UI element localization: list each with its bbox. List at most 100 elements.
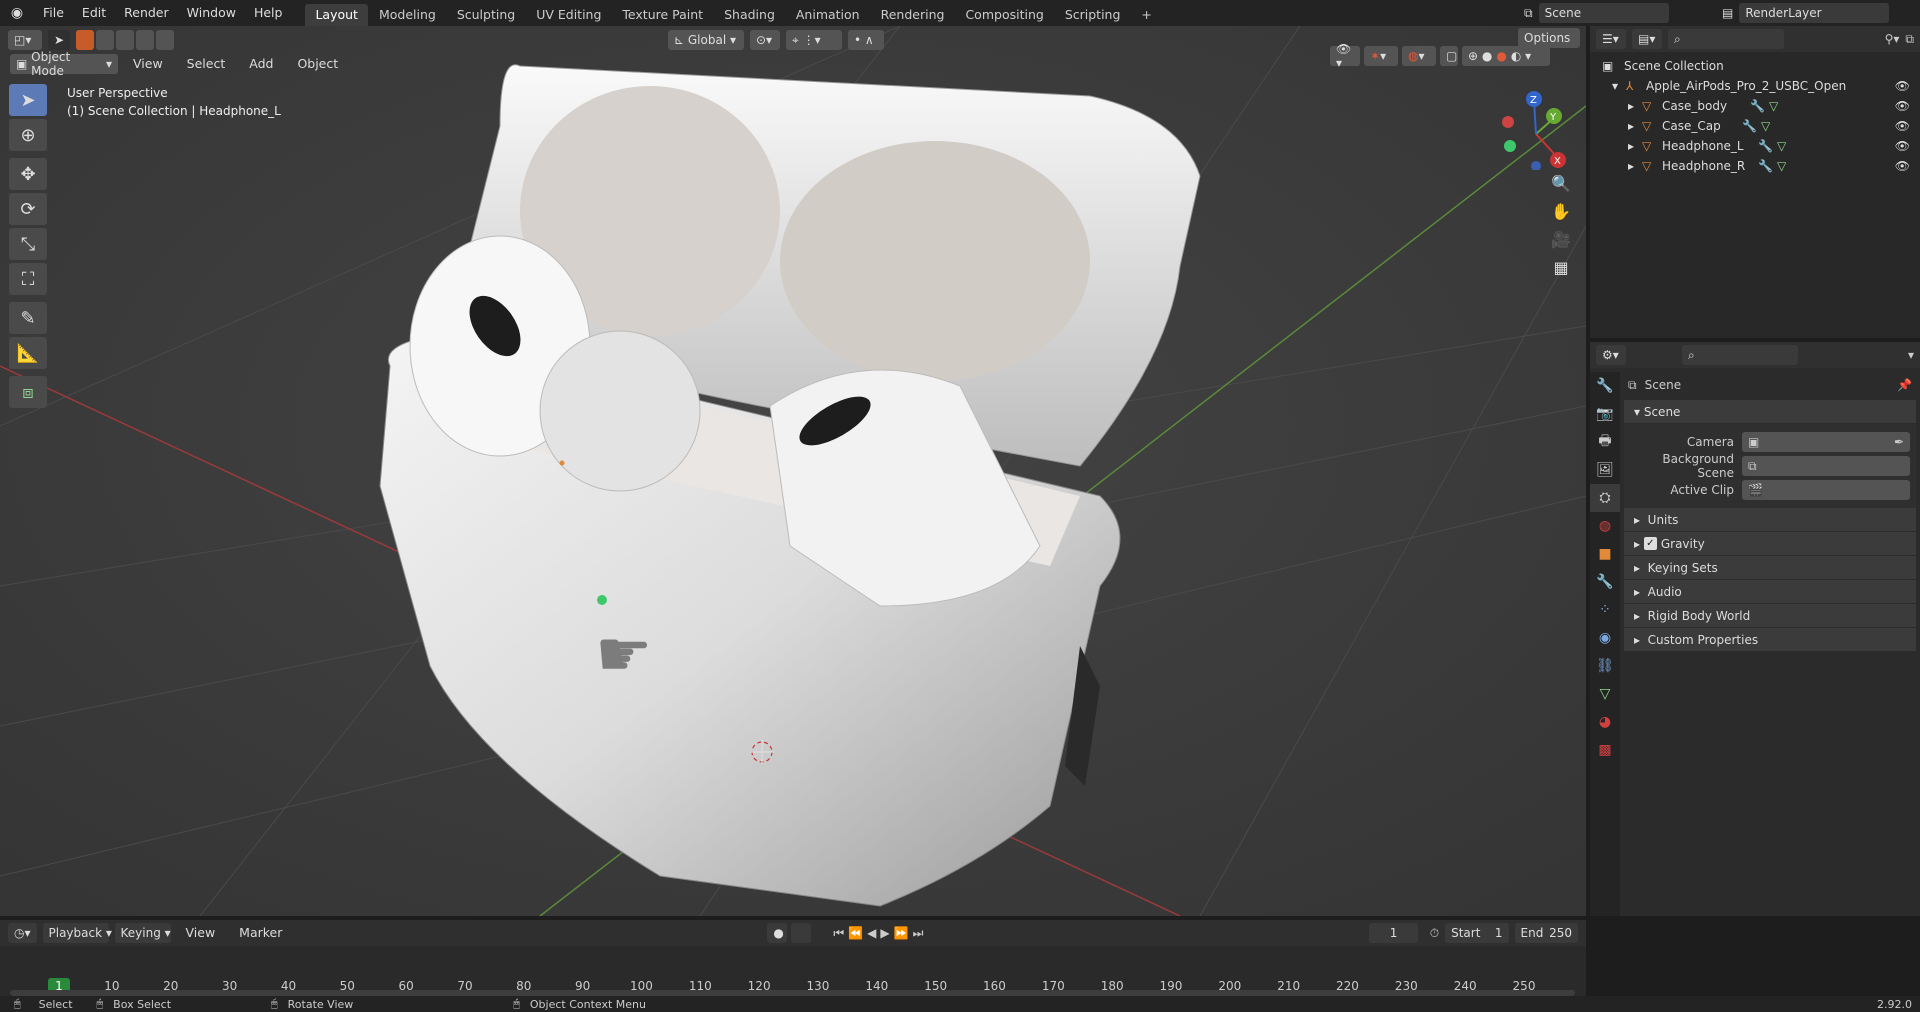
mode-new-selection-icon[interactable] bbox=[76, 30, 94, 50]
modifier-wrench-icon[interactable]: 🔧 bbox=[1758, 139, 1773, 153]
timeline-view-menu[interactable]: View bbox=[177, 920, 225, 946]
navigation-gizmo[interactable]: X Y Z bbox=[1496, 90, 1566, 170]
eye-icon[interactable]: 👁 bbox=[1895, 119, 1910, 133]
scene-panel-header[interactable]: ▾ Scene bbox=[1624, 400, 1916, 424]
tab-sculpting[interactable]: Sculpting bbox=[447, 4, 525, 26]
menu-help[interactable]: Help bbox=[245, 0, 292, 26]
render-tab-icon[interactable]: 📷 bbox=[1590, 400, 1620, 428]
clock-icon[interactable]: ⏱ bbox=[1430, 926, 1439, 941]
jump-start-icon[interactable]: ⏮ bbox=[833, 926, 844, 941]
object-tab-icon[interactable]: ■ bbox=[1590, 540, 1620, 568]
eyedropper-icon[interactable]: ✒ bbox=[1894, 435, 1904, 449]
auto-key-options[interactable] bbox=[791, 923, 812, 943]
move-tool[interactable]: ✥ bbox=[9, 158, 47, 190]
outliner-item-case-cap[interactable]: ▸ ▽ Case_Cap 🔧 ▽ 👁 bbox=[1602, 116, 1920, 136]
outliner-editor-type[interactable]: ☰▾ bbox=[1596, 29, 1626, 49]
world-tab-icon[interactable]: ◍ bbox=[1590, 512, 1620, 540]
scene-tab-icon[interactable]: ⛭ bbox=[1590, 484, 1620, 512]
texture-tab-icon[interactable]: ▩ bbox=[1590, 736, 1620, 764]
particles-tab-icon[interactable]: ⁘ bbox=[1590, 596, 1620, 624]
expand-arrow-icon[interactable]: ▾ bbox=[1612, 79, 1626, 93]
timeline-editor-type[interactable]: ◷▾ bbox=[8, 923, 37, 943]
mode-invert-icon[interactable] bbox=[136, 30, 154, 50]
add-cube-tool[interactable]: ⧈ bbox=[9, 376, 47, 408]
transform-orientation-dropdown[interactable]: ⊾ Global ▾ bbox=[668, 30, 744, 50]
physics-tab-icon[interactable]: ◉ bbox=[1590, 624, 1620, 652]
ortho-toggle-button[interactable]: ▦ bbox=[1548, 254, 1574, 280]
collapse-arrow-icon[interactable]: ▸ bbox=[1628, 159, 1642, 173]
play-icon[interactable]: ▶ bbox=[880, 926, 889, 940]
camera-field[interactable]: ▣ ✒ bbox=[1742, 432, 1910, 452]
outliner-item-headphone-l[interactable]: ▸ ▽ Headphone_L 🔧 ▽ 👁 bbox=[1602, 136, 1920, 156]
pivot-point-dropdown[interactable]: ⊙▾ bbox=[750, 30, 780, 50]
prev-keyframe-icon[interactable]: ⏪ bbox=[848, 926, 863, 940]
gravity-checkbox[interactable]: ✓ bbox=[1643, 537, 1657, 550]
pan-view-button[interactable]: ✋ bbox=[1548, 198, 1574, 224]
new-collection-icon[interactable]: ⧉ bbox=[1905, 32, 1914, 47]
timeline-ruler[interactable]: 10 20 30 40 50 60 70 80 90 100 110 120 130 140 150 160 1… bbox=[0, 946, 1586, 1000]
tab-scripting[interactable]: Scripting bbox=[1055, 4, 1131, 26]
display-mode-dropdown[interactable]: ▤▾ bbox=[1632, 29, 1662, 49]
data-tab-icon[interactable]: ▽ bbox=[1590, 680, 1620, 708]
mesh-data-icon[interactable]: ▽ bbox=[1761, 119, 1770, 133]
eye-icon[interactable]: 👁 bbox=[1895, 159, 1910, 173]
start-frame-field[interactable]: Start 1 bbox=[1445, 923, 1509, 943]
camera-view-button[interactable]: 🎥 bbox=[1548, 226, 1574, 252]
properties-editor-type[interactable]: ⚙▾ bbox=[1596, 345, 1626, 365]
marker-menu[interactable]: Marker bbox=[230, 920, 291, 946]
collapse-arrow-icon[interactable]: ▸ bbox=[1628, 139, 1642, 153]
material-tab-icon[interactable]: ◕ bbox=[1590, 708, 1620, 736]
units-panel-header[interactable]: ▸ Units bbox=[1624, 508, 1916, 532]
add-workspace-button[interactable]: + bbox=[1131, 4, 1161, 26]
keying-menu[interactable]: Keying ▾ bbox=[114, 923, 171, 943]
tab-compositing[interactable]: Compositing bbox=[955, 4, 1053, 26]
overlay-toggle[interactable]: ◍ ▾ bbox=[1402, 46, 1436, 66]
outliner-item-headphone-r[interactable]: ▸ ▽ Headphone_R 🔧 ▽ 👁 bbox=[1602, 156, 1920, 176]
select-box-tool[interactable]: ➤ bbox=[9, 84, 47, 116]
modifier-tab-icon[interactable]: 🔧 bbox=[1590, 568, 1620, 596]
snapping-dropdown[interactable]: ⌖ ⋮▾ bbox=[786, 30, 842, 50]
tab-uv-editing[interactable]: UV Editing bbox=[526, 4, 611, 26]
filter-icon[interactable]: ⚲▾ bbox=[1885, 32, 1900, 46]
audio-panel-header[interactable]: ▸ Audio bbox=[1624, 580, 1916, 604]
menu-render[interactable]: Render bbox=[115, 0, 178, 26]
collapse-arrow-icon[interactable]: ▸ bbox=[1628, 119, 1642, 133]
modifier-wrench-icon[interactable]: 🔧 bbox=[1750, 99, 1765, 113]
mode-subtract-icon[interactable] bbox=[116, 30, 134, 50]
tab-shading[interactable]: Shading bbox=[714, 4, 785, 26]
eye-icon[interactable]: 👁 bbox=[1895, 79, 1910, 93]
tab-animation[interactable]: Animation bbox=[786, 4, 870, 26]
properties-options-icon[interactable]: ▾ bbox=[1908, 348, 1914, 362]
blender-logo-icon[interactable]: ◉ bbox=[0, 5, 34, 21]
menu-window[interactable]: Window bbox=[178, 0, 245, 26]
render-layer-field[interactable]: RenderLayer bbox=[1739, 3, 1890, 23]
outliner-item-case-body[interactable]: ▸ ▽ Case_body 🔧 ▽ 👁 bbox=[1602, 96, 1920, 116]
playback-menu[interactable]: Playback ▾ bbox=[42, 923, 112, 943]
custom-properties-panel-header[interactable]: ▸ Custom Properties bbox=[1624, 628, 1916, 652]
shading-mode-group[interactable]: ⊕ ● ● ◐ ▾ bbox=[1462, 46, 1550, 66]
menu-edit[interactable]: Edit bbox=[73, 0, 115, 26]
mesh-data-icon[interactable]: ▽ bbox=[1777, 159, 1786, 173]
scene-selector[interactable]: ⧉ Scene bbox=[1524, 3, 1669, 23]
render-layer-selector[interactable]: ▤ RenderLayer bbox=[1722, 3, 1890, 23]
gizmo-toggle[interactable]: ✶ ▾ bbox=[1364, 46, 1398, 66]
eye-icon[interactable]: 👁 bbox=[1895, 139, 1910, 153]
editor-type-button[interactable]: ◰▾ bbox=[8, 30, 42, 50]
modifier-wrench-icon[interactable]: 🔧 bbox=[1742, 119, 1757, 133]
outliner-scene-collection[interactable]: ▣ Scene Collection bbox=[1602, 56, 1920, 76]
mode-intersect-icon[interactable] bbox=[156, 30, 174, 50]
menu-select[interactable]: Select bbox=[178, 54, 235, 74]
tab-rendering[interactable]: Rendering bbox=[871, 4, 955, 26]
background-scene-field[interactable]: ⧉ bbox=[1742, 456, 1910, 476]
mode-dropdown[interactable]: ▣ Object Mode ▾ bbox=[10, 50, 118, 78]
mode-extend-icon[interactable] bbox=[96, 30, 114, 50]
output-tab-icon[interactable]: 🖶 bbox=[1590, 428, 1620, 456]
gravity-panel-header[interactable]: ▸ ✓ Gravity bbox=[1624, 532, 1916, 556]
tool-tab-icon[interactable]: 🔧 bbox=[1590, 372, 1620, 400]
mesh-data-icon[interactable]: ▽ bbox=[1769, 99, 1778, 113]
current-frame-field[interactable]: 1 bbox=[1369, 923, 1418, 943]
tab-modeling[interactable]: Modeling bbox=[369, 4, 446, 26]
options-dropdown[interactable]: Options bbox=[1518, 28, 1580, 48]
keying-sets-panel-header[interactable]: ▸ Keying Sets bbox=[1624, 556, 1916, 580]
measure-tool[interactable]: 📐 bbox=[9, 337, 47, 369]
